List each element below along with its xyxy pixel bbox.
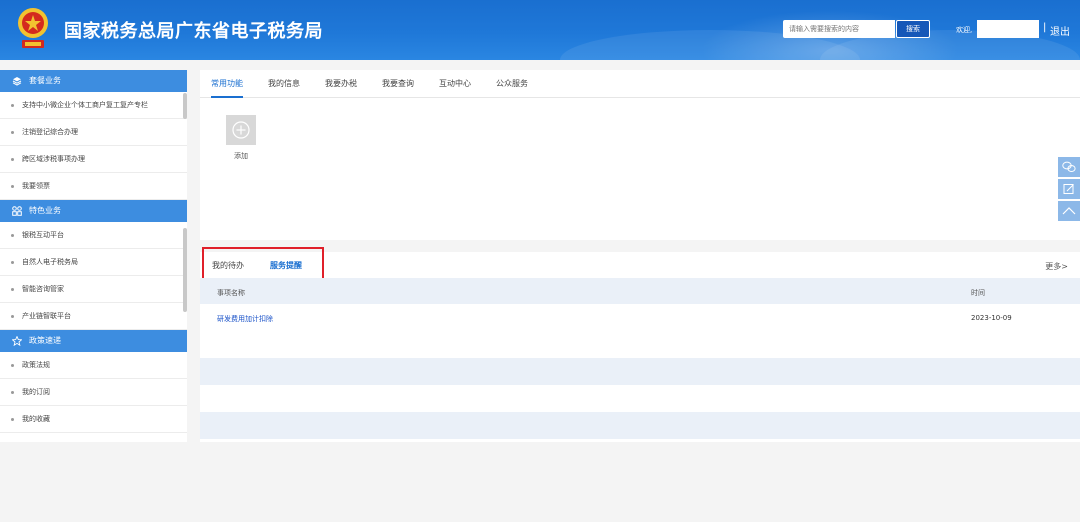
tab-public-service[interactable]: 公众服务 [496, 70, 528, 98]
todo-tabs: 我的待办 服务提醒 更多> [200, 247, 1080, 280]
tab-interaction-center[interactable]: 互动中心 [439, 70, 471, 98]
sidebar-section-package[interactable]: 套餐业务 [0, 70, 187, 92]
table-row [200, 358, 1080, 385]
sidebar-item[interactable]: 产业链智联平台 [0, 303, 187, 330]
main-tabs: 常用功能 我的信息 我要办税 我要查询 互动中心 公众服务 [200, 70, 1080, 98]
plus-circle-icon [232, 121, 250, 139]
function-panel: 常用功能 我的信息 我要办税 我要查询 互动中心 公众服务 添加 [200, 70, 1080, 240]
search-input[interactable] [783, 20, 895, 38]
sidebar-section-title: 套餐业务 [29, 76, 61, 85]
tab-query[interactable]: 我要查询 [382, 70, 414, 98]
sidebar-item[interactable]: 政策法规 [0, 352, 187, 379]
add-function-button[interactable] [226, 115, 256, 145]
sidebar-item[interactable]: 银税互动平台 [0, 222, 187, 249]
table-header: 事项名称 时间 [200, 278, 1080, 304]
top-header: 国家税务总局广东省电子税务局 搜索 欢迎, | 退出 [0, 0, 1080, 60]
chevron-up-icon [1062, 207, 1076, 215]
chat-bubble-icon [1062, 161, 1076, 172]
national-emblem-icon [18, 8, 48, 48]
grid-icon [12, 206, 22, 216]
tab-tax-handling[interactable]: 我要办税 [325, 70, 357, 98]
sidebar: 套餐业务 支持中小微企业个体工商户复工复产专栏 注销登记综合办理 跨区域涉税事项… [0, 70, 187, 442]
column-header-time: 时间 [971, 289, 985, 297]
welcome-text: 欢迎, [956, 26, 973, 34]
sidebar-section-policy[interactable]: 政策速递 [0, 330, 187, 352]
sidebar-item[interactable]: 我的订阅 [0, 379, 187, 406]
item-time: 2023-10-09 [971, 314, 1012, 322]
header-separator: | [1043, 22, 1047, 33]
add-function-label: 添加 [234, 152, 248, 160]
table-row [200, 385, 1080, 412]
tab-common-functions[interactable]: 常用功能 [211, 70, 243, 98]
sidebar-item[interactable]: 我要领票 [0, 173, 187, 200]
tab-my-info[interactable]: 我的信息 [268, 70, 300, 98]
more-link[interactable]: 更多> [1045, 261, 1068, 272]
site-title: 国家税务总局广东省电子税务局 [64, 21, 323, 42]
sidebar-item[interactable]: 注销登记综合办理 [0, 119, 187, 146]
layers-icon [12, 77, 22, 86]
back-to-top-button[interactable] [1058, 201, 1080, 221]
sidebar-item[interactable]: 智能咨询管家 [0, 276, 187, 303]
table-row[interactable]: 研发费用加计扣除 2023-10-09 [200, 304, 1080, 331]
username-display [977, 20, 1039, 38]
column-header-name: 事项名称 [217, 289, 245, 297]
search-button[interactable]: 搜索 [896, 20, 930, 38]
feedback-button[interactable] [1058, 179, 1080, 199]
logout-link[interactable]: 退出 [1050, 23, 1070, 38]
edit-icon [1063, 184, 1074, 194]
sidebar-item[interactable]: 我的收藏 [0, 406, 187, 433]
sidebar-section-title: 特色业务 [29, 206, 61, 215]
highlight-box [202, 247, 324, 280]
sidebar-item[interactable]: 自然人电子税务局 [0, 249, 187, 276]
sidebar-section-feature[interactable]: 特色业务 [0, 200, 187, 222]
sidebar-item[interactable]: 支持中小微企业个体工商户复工复产专栏 [0, 92, 187, 119]
item-name-link[interactable]: 研发费用加计扣除 [217, 314, 273, 324]
online-chat-button[interactable] [1058, 157, 1080, 177]
sidebar-section-title: 政策速递 [29, 336, 61, 345]
sidebar-scrollbar[interactable] [183, 228, 187, 312]
sidebar-scrollbar[interactable] [183, 93, 187, 119]
star-icon [12, 336, 22, 346]
todo-panel: 我的待办 服务提醒 更多> 事项名称 时间 研发费用加计扣除 2023-10-0… [200, 247, 1080, 442]
table-row [200, 331, 1080, 358]
sidebar-item[interactable]: 跨区域涉税事项办理 [0, 146, 187, 173]
table-row [200, 412, 1080, 439]
